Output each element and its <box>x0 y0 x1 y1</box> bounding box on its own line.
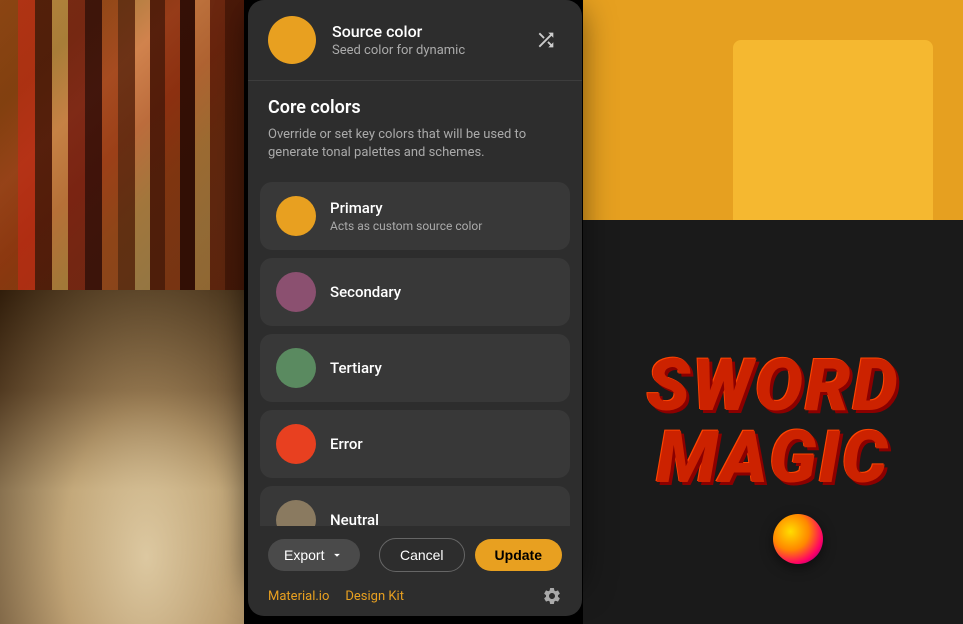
primary-swatch <box>276 196 316 236</box>
material-io-link[interactable]: Material.io <box>268 589 329 604</box>
footer-bar: Material.io Design Kit <box>248 576 582 616</box>
export-label: Export <box>284 547 324 563</box>
source-color-subtitle: Seed color for dynamic <box>332 43 514 58</box>
color-item-tertiary[interactable]: Tertiary <box>260 334 570 402</box>
primary-label: Primary <box>330 199 482 217</box>
bg-books-bottom <box>0 290 244 624</box>
color-items-list: Primary Acts as custom source color Seco… <box>248 182 582 580</box>
update-button[interactable]: Update <box>475 539 562 571</box>
secondary-info: Secondary <box>330 283 401 301</box>
source-color-info: Source color Seed color for dynamic <box>332 22 514 58</box>
color-item-error[interactable]: Error <box>260 410 570 478</box>
color-item-primary[interactable]: Primary Acts as custom source color <box>260 182 570 250</box>
error-label: Error <box>330 435 363 453</box>
core-colors-description: Override or set key colors that will be … <box>268 126 562 162</box>
shuffle-button[interactable] <box>530 24 562 56</box>
decorative-ball <box>773 514 823 564</box>
error-swatch <box>276 424 316 464</box>
color-item-secondary[interactable]: Secondary <box>260 258 570 326</box>
source-color-title: Source color <box>332 22 514 41</box>
source-color-swatch <box>268 16 316 64</box>
bg-books-top <box>0 0 244 290</box>
bg-orange-top <box>583 0 963 220</box>
settings-button[interactable] <box>542 586 562 606</box>
design-kit-link[interactable]: Design Kit <box>345 589 404 604</box>
source-color-row[interactable]: Source color Seed color for dynamic <box>248 0 582 81</box>
error-info: Error <box>330 435 363 453</box>
export-button[interactable]: Export <box>268 539 360 571</box>
core-colors-section: Core colors Override or set key colors t… <box>248 81 582 182</box>
tertiary-info: Tertiary <box>330 359 382 377</box>
primary-sublabel: Acts as custom source color <box>330 219 482 233</box>
chevron-down-icon <box>330 548 344 562</box>
cancel-button[interactable]: Cancel <box>379 538 465 572</box>
bg-right: SWORD MAGIC <box>583 0 963 624</box>
secondary-label: Secondary <box>330 283 401 301</box>
core-colors-title: Core colors <box>268 97 562 118</box>
sword-text: SWORD <box>646 350 899 422</box>
tertiary-label: Tertiary <box>330 359 382 377</box>
magic-text: MAGIC <box>646 422 899 494</box>
primary-info: Primary Acts as custom source color <box>330 199 482 233</box>
color-panel: Source color Seed color for dynamic Core… <box>248 0 582 580</box>
tertiary-swatch <box>276 348 316 388</box>
secondary-swatch <box>276 272 316 312</box>
bg-dark-bottom: SWORD MAGIC <box>583 220 963 624</box>
